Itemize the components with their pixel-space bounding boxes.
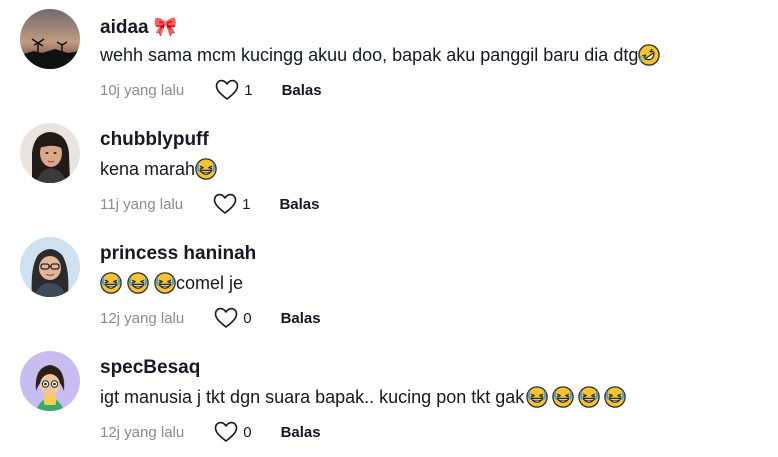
reply-button[interactable]: Balas xyxy=(281,424,321,441)
grinning-squinting-icon xyxy=(154,272,176,294)
comment-text-content: igt manusia j tkt dgn suara bapak.. kuci… xyxy=(100,386,525,407)
heart-outline-icon xyxy=(214,421,238,443)
comment-text-content: wehh sama mcm kucingg akuu doo, bapak ak… xyxy=(100,44,639,65)
comment-timestamp: 10j yang lalu xyxy=(100,81,185,99)
grinning-squinting-icon xyxy=(526,386,548,408)
like-button[interactable]: 0 xyxy=(214,421,252,443)
comment-username[interactable]: aidaa 🎀 xyxy=(100,15,178,39)
grinning-squinting-icon xyxy=(604,386,626,408)
heart-outline-icon xyxy=(213,193,237,215)
like-count: 1 xyxy=(242,195,251,213)
comment-text-content: kena marah xyxy=(100,158,196,179)
comment-timestamp: 12j yang lalu xyxy=(100,423,185,441)
grinning-squinting-icon xyxy=(578,386,600,408)
avatar[interactable] xyxy=(20,9,80,69)
like-count: 1 xyxy=(244,81,253,99)
comment-meta: 10j yang lalu 1 Balas xyxy=(100,78,322,102)
comment-meta: 11j yang lalu 1 Balas xyxy=(100,192,320,216)
comment-item: specBesaq igt manusia j tkt dgn suara ba… xyxy=(0,342,778,456)
avatar[interactable] xyxy=(20,123,80,183)
heart-outline-icon xyxy=(214,307,238,329)
grinning-squinting-icon xyxy=(195,158,217,180)
comment-username[interactable]: specBesaq xyxy=(100,357,200,379)
grinning-squinting-icon xyxy=(100,272,122,294)
reply-button[interactable]: Balas xyxy=(282,82,322,99)
comment-text: igt manusia j tkt dgn suara bapak.. kuci… xyxy=(100,386,626,408)
comment-item: aidaa 🎀 wehh sama mcm kucingg akuu doo, … xyxy=(0,0,778,114)
heart-outline-icon xyxy=(215,79,239,101)
comment-meta: 12j yang lalu 0 Balas xyxy=(100,420,321,444)
comment-text-content: comel je xyxy=(176,272,244,293)
like-count: 0 xyxy=(243,309,252,327)
comment-item: chubblypuff kena marah 11j yang lalu 1 B… xyxy=(0,114,778,228)
like-button[interactable]: 1 xyxy=(213,193,250,215)
like-count: 0 xyxy=(243,423,252,441)
comment-username[interactable]: princess haninah xyxy=(100,243,256,265)
avatar[interactable] xyxy=(20,351,80,411)
comment-text: kena marah xyxy=(100,158,217,180)
comment-meta: 12j yang lalu 0 Balas xyxy=(100,306,321,330)
comment-timestamp: 11j yang lalu xyxy=(100,195,184,213)
comment-text: comel je xyxy=(100,272,243,294)
comment-username[interactable]: chubblypuff xyxy=(100,129,209,151)
rolling-on-floor-laughing-icon xyxy=(638,44,660,66)
reply-button[interactable]: Balas xyxy=(281,310,321,327)
like-button[interactable]: 1 xyxy=(215,79,253,101)
reply-button[interactable]: Balas xyxy=(279,196,319,213)
avatar[interactable] xyxy=(20,237,80,297)
like-button[interactable]: 0 xyxy=(214,307,252,329)
comment-item: princess haninah comel je 12j yang lalu … xyxy=(0,228,778,342)
comment-text: wehh sama mcm kucingg akuu doo, bapak ak… xyxy=(100,44,660,66)
comment-timestamp: 12j yang lalu xyxy=(100,309,185,327)
grinning-squinting-icon xyxy=(552,386,574,408)
grinning-squinting-icon xyxy=(127,272,149,294)
